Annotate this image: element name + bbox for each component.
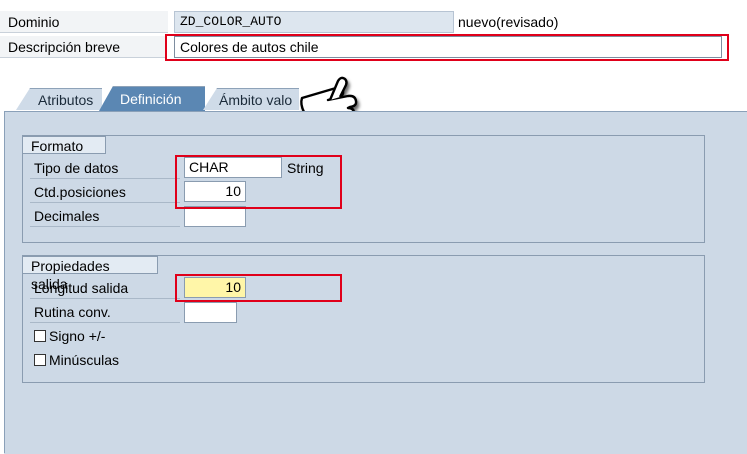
dominio-label: Dominio <box>0 11 168 33</box>
descripcion-input[interactable]: Colores de autos chile <box>174 36 722 58</box>
tab-definicion-label: Definición <box>120 91 182 107</box>
longitud-salida-label: Longitud salida <box>30 277 180 299</box>
tab-atributos-label: Atributos <box>38 92 94 108</box>
descripcion-label: Descripción breve <box>0 36 165 58</box>
formato-highlight <box>175 155 342 209</box>
tab-ambito-label: Ámbito valo <box>219 92 293 108</box>
signo-label: Signo +/- <box>49 328 106 344</box>
decimales-label: Decimales <box>30 205 180 227</box>
ctd-posiciones-label: Ctd.posiciones <box>30 181 180 203</box>
minusculas-label: Minúsculas <box>49 352 120 368</box>
propiedades-title: Propiedades salida <box>22 256 158 292</box>
formato-title: Formato <box>22 136 106 154</box>
tab-ambito-valores[interactable]: Ámbito valo <box>203 88 299 110</box>
tab-atributos[interactable]: Atributos <box>16 88 102 110</box>
tab-strip: Atributos Definición Ámbito valo <box>0 86 747 111</box>
signo-checkbox[interactable] <box>34 330 46 342</box>
tipo-datos-label: Tipo de datos <box>30 157 180 179</box>
longitud-highlight <box>175 274 342 302</box>
dominio-field[interactable]: ZD_COLOR_AUTO <box>174 11 454 33</box>
rutina-conv-label: Rutina conv. <box>30 301 180 323</box>
rutina-conv-input[interactable] <box>184 302 237 323</box>
panel-left-border <box>4 111 5 453</box>
decimales-input[interactable] <box>184 206 246 227</box>
tab-definicion[interactable]: Definición <box>99 86 205 111</box>
minusculas-checkbox[interactable] <box>34 354 46 366</box>
status-text: nuevo(revisado) <box>458 14 559 30</box>
